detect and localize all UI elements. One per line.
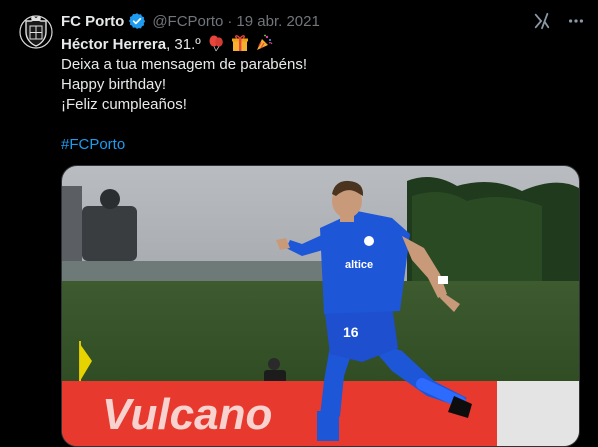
party-popper-icon [257, 34, 273, 50]
player-name: Héctor Herrera [61, 36, 167, 53]
shorts-number: 16 [343, 324, 359, 340]
tweet-line-4: ¡Feliz cumpleaños! [61, 96, 187, 113]
balloon-icon [209, 35, 223, 52]
more-icon[interactable] [566, 11, 586, 31]
author-name[interactable]: FC Porto [61, 13, 124, 30]
tweet-line-2: Deixa a tua mensagem de parabéns! [61, 56, 307, 73]
banner-text: Vulcano [102, 390, 272, 439]
header-actions [532, 11, 586, 31]
gift-icon [232, 35, 249, 51]
hashtag-link[interactable]: #FCPorto [61, 135, 125, 155]
author-avatar[interactable] [16, 12, 56, 52]
tweet-date[interactable]: 19 abr. 2021 [236, 13, 319, 30]
verified-badge-icon[interactable] [128, 12, 146, 30]
shirt-sponsor: altice [345, 259, 373, 271]
tweet-line-1: Héctor Herrera, 31.º [61, 34, 581, 55]
fc-porto-crest-icon [19, 15, 53, 49]
tweet-photo[interactable]: Vulcano 16 altice [61, 165, 580, 447]
tweet-text: Héctor Herrera, 31.º Deixa a tua mensage… [61, 34, 581, 155]
player-age: , 31.º [166, 36, 201, 53]
author-handle[interactable]: @FCPorto [152, 13, 223, 30]
tweet-line-3: Happy birthday! [61, 76, 167, 93]
player-photo-image: Vulcano 16 altice [62, 166, 579, 446]
tweet-header: FC Porto @FCPorto · 19 abr. 2021 [61, 11, 586, 31]
separator-dot: · [227, 12, 233, 30]
grok-icon[interactable] [532, 11, 552, 31]
